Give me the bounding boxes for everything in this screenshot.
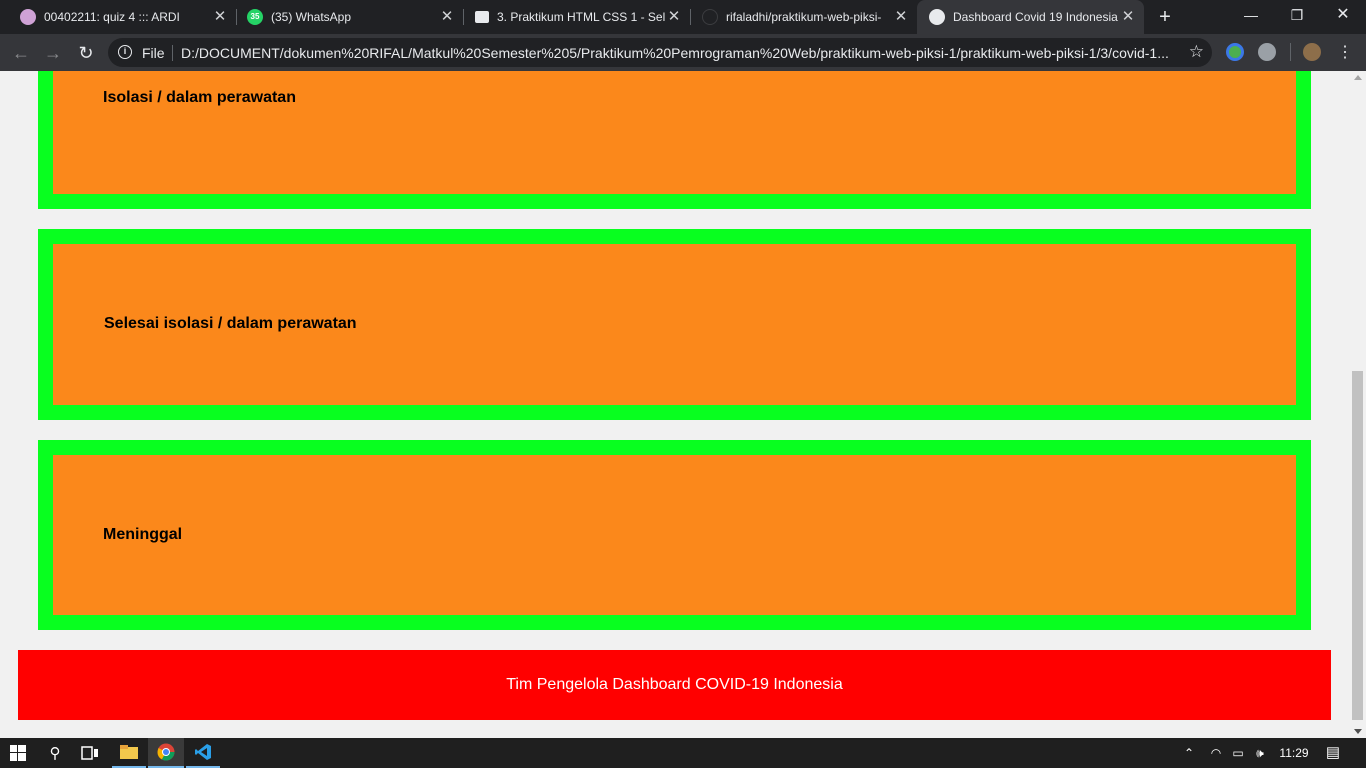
tab-strip: 00402211: quiz 4 ::: ARDI ✕ 35 (35) What… (0, 0, 1366, 34)
card-label: Selesai isolasi / dalam perawatan (104, 315, 357, 332)
tab-whatsapp[interactable]: 35 (35) WhatsApp ✕ (236, 0, 464, 34)
windows-taskbar: ⚲ ⌃ ◠ ▭ 🕪 11:29 ▤ (0, 738, 1366, 768)
reload-button[interactable]: ↻ (73, 40, 99, 66)
tab-title: Dashboard Covid 19 Indonesia (953, 10, 1118, 24)
new-tab-button[interactable]: + (1153, 5, 1177, 29)
vscode-icon[interactable] (186, 738, 220, 768)
tab-title: 3. Praktikum HTML CSS 1 - Sel (497, 10, 666, 24)
scroll-up-arrow-icon[interactable] (1354, 75, 1362, 80)
task-view-icon[interactable] (73, 738, 107, 768)
page-viewport: Isolasi / dalam perawatan Selesai isolas… (0, 71, 1350, 738)
page-footer: Tim Pengelola Dashboard COVID-19 Indones… (18, 650, 1331, 720)
close-icon[interactable]: ✕ (1120, 9, 1136, 25)
tab-quiz[interactable]: 00402211: quiz 4 ::: ARDI ✕ (0, 0, 237, 34)
close-window-button[interactable]: ✕ (1320, 0, 1366, 30)
restore-button[interactable]: ❐ (1274, 0, 1320, 30)
close-icon[interactable]: ✕ (893, 9, 909, 25)
close-icon[interactable]: ✕ (666, 9, 682, 25)
classroom-icon (475, 11, 489, 23)
info-icon[interactable]: i (118, 45, 132, 59)
card-label: Meninggal (103, 526, 183, 543)
volume-icon[interactable]: 🕪 (1250, 738, 1270, 768)
card-meninggal: Meninggal (38, 440, 1311, 630)
profile-avatar[interactable] (1303, 43, 1321, 61)
clock[interactable]: 11:29 (1274, 738, 1314, 768)
globe-icon (929, 9, 945, 25)
show-hidden-icons-icon[interactable]: ⌃ (1180, 738, 1198, 768)
vertical-scrollbar[interactable] (1350, 71, 1366, 738)
tab-title: 00402211: quiz 4 ::: ARDI (44, 10, 180, 24)
close-icon[interactable]: ✕ (439, 9, 455, 25)
tab-github[interactable]: rifaladhi/praktikum-web-piksi- ✕ (690, 0, 917, 34)
card-label: Isolasi / dalam perawatan (103, 89, 296, 106)
extension-icon[interactable] (1226, 43, 1244, 61)
omnibox-divider (172, 45, 173, 61)
tab-praktikum[interactable]: 3. Praktikum HTML CSS 1 - Sel ✕ (463, 0, 691, 34)
chrome-icon[interactable] (148, 738, 184, 768)
menu-kebab-icon[interactable]: ⋮ (1332, 40, 1358, 66)
battery-icon[interactable]: ▭ (1228, 738, 1248, 768)
whatsapp-icon: 35 (247, 9, 263, 25)
github-icon (702, 9, 718, 25)
card-selesai-isolasi: Selesai isolasi / dalam perawatan (38, 229, 1311, 420)
browser-toolbar: ← → ↻ i File D:/DOCUMENT/dokumen%20RIFAL… (0, 34, 1366, 71)
wifi-icon[interactable]: ◠ (1206, 738, 1226, 768)
card-isolasi: Isolasi / dalam perawatan (38, 71, 1311, 209)
url-text[interactable]: D:/DOCUMENT/dokumen%20RIFAL/Matkul%20Sem… (181, 45, 1171, 61)
moodle-icon (20, 9, 36, 25)
forward-button[interactable]: → (40, 40, 66, 66)
scheme-label: File (142, 45, 165, 61)
windows-start-icon[interactable] (0, 738, 36, 768)
scrollbar-thumb[interactable] (1352, 371, 1363, 720)
close-icon[interactable]: ✕ (212, 9, 228, 25)
back-button[interactable]: ← (8, 40, 34, 66)
bookmark-star-icon[interactable]: ☆ (1189, 42, 1204, 62)
search-icon[interactable]: ⚲ (38, 738, 72, 768)
toolbar-separator (1290, 43, 1291, 61)
tab-title: (35) WhatsApp (271, 10, 352, 24)
file-explorer-icon[interactable] (112, 738, 146, 768)
notification-icon[interactable]: ▤ (1320, 738, 1346, 768)
scroll-down-arrow-icon[interactable] (1354, 729, 1362, 734)
minimize-button[interactable]: — (1228, 0, 1274, 30)
tab-title: rifaladhi/praktikum-web-piksi- (726, 10, 882, 24)
translate-globe-icon[interactable] (1258, 43, 1276, 61)
address-bar[interactable]: i File D:/DOCUMENT/dokumen%20RIFAL/Matku… (108, 38, 1212, 67)
tab-dashboard-covid[interactable]: Dashboard Covid 19 Indonesia ✕ (917, 0, 1144, 34)
